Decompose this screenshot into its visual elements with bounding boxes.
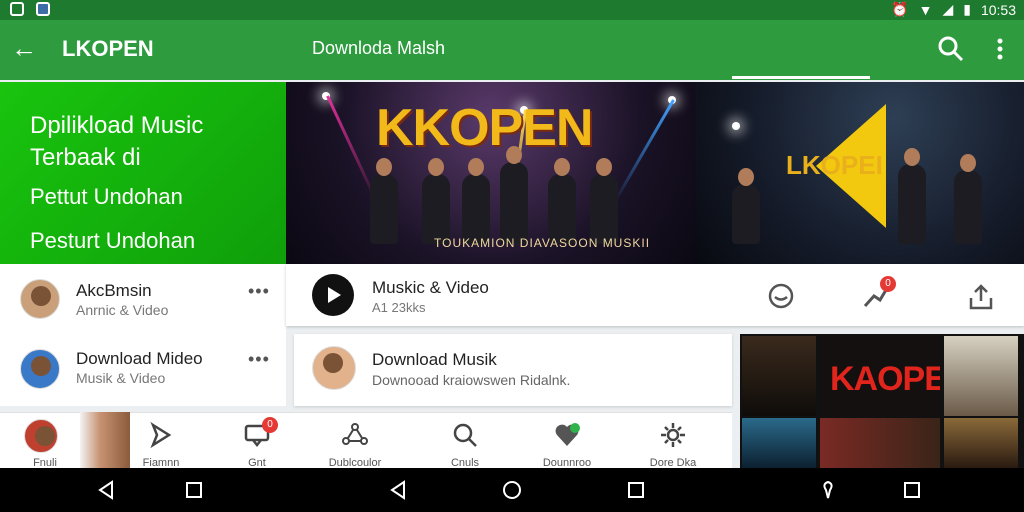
video-card-subtitle: A1 23kks [372, 300, 426, 315]
audience-member [732, 168, 760, 244]
avatar [312, 346, 356, 390]
more-horiz-icon[interactable]: ••• [248, 349, 270, 370]
system-navigation-bar [0, 468, 1024, 512]
avatar-icon [24, 419, 58, 453]
banner-logo: KKOPEN [376, 99, 593, 157]
list-item[interactable]: Download Mideo Musik & Video ••• [0, 336, 286, 406]
band-member [590, 158, 618, 244]
thumbnail[interactable] [820, 418, 940, 468]
thumbnail[interactable] [742, 418, 816, 468]
settings-icon [661, 423, 685, 447]
thumbnail[interactable] [742, 336, 816, 416]
send-icon [150, 421, 172, 449]
back-icon[interactable] [96, 480, 116, 500]
band-member [422, 158, 450, 244]
play-icon[interactable] [312, 274, 354, 316]
thumbnail-title: KAOPEN [830, 360, 940, 398]
thumbnail-grid: KAOPEN [740, 334, 1024, 468]
avatar [20, 279, 60, 319]
status-bar: ⏰ ▼ ◢ ▮ 10:53 [0, 0, 1024, 20]
download-card-subtitle: Downooad kraiowswen Ridalnk. [372, 372, 571, 388]
back-arrow-icon[interactable]: ← [10, 34, 38, 62]
promo-panel[interactable]: Dpilikload Music Terbaak di Pettut Undoh… [0, 82, 286, 264]
audience-member [898, 148, 926, 244]
hero-banner[interactable]: KKOPEN LKOPEI TOUKAMION DIAVASOON MUSKII [286, 82, 1024, 264]
tab-indicator [732, 76, 870, 79]
profile-photo-strip [80, 412, 130, 468]
list-item-title: Download Mideo [76, 349, 203, 368]
recents-icon[interactable] [626, 480, 646, 500]
band-member [500, 146, 528, 244]
list-item-subtitle: Musik & Video [76, 370, 166, 386]
band-member [370, 158, 398, 244]
promo-line-3: Pesturt Undohan [30, 228, 196, 253]
thumbnail[interactable] [944, 336, 1018, 416]
notification-badge: 0 [880, 276, 896, 292]
nav-item-chat[interactable]: 0 Gnt [212, 413, 302, 469]
band-member [548, 158, 576, 244]
home-icon[interactable] [502, 480, 522, 500]
clock: 10:53 [980, 1, 1016, 18]
thumbnail[interactable] [944, 418, 1018, 468]
nav-item-favorites[interactable]: Dounnroo [522, 413, 612, 469]
signal-icon: ◢ [942, 1, 954, 17]
video-card-title: Muskic & Video [372, 278, 489, 297]
thumbnail[interactable]: KAOPEN [820, 336, 940, 416]
list-card: AkcBmsin Anrnic & Video ••• Download Mid… [0, 264, 286, 406]
download-card-title: Download Musik [372, 350, 497, 369]
banner-tagline: TOUKAMION DIAVASOON MUSKII [434, 236, 651, 250]
audience-member [954, 154, 982, 244]
assistant-icon[interactable] [818, 480, 838, 500]
banner-logo-secondary: LKOPEI [786, 150, 883, 180]
recents-icon[interactable] [184, 480, 204, 500]
app-notification-icon [36, 2, 50, 16]
notification-badge: 0 [262, 417, 278, 433]
search-icon[interactable] [936, 34, 966, 64]
list-item-title: AkcBmsin [76, 281, 152, 300]
avatar [20, 349, 60, 389]
heart-icon [555, 423, 580, 446]
battery-icon: ▮ [963, 1, 971, 17]
recents-icon[interactable] [902, 480, 922, 500]
nav-item-network[interactable]: Dublcoulor [310, 413, 400, 469]
wifi-icon: ▼ [918, 1, 933, 18]
notification-icon [10, 2, 24, 16]
download-card[interactable]: Download Musik Downooad kraiowswen Ridal… [294, 334, 732, 406]
more-horiz-icon[interactable]: ••• [248, 281, 270, 302]
promo-line-2: Pettut Undohan [30, 184, 183, 209]
app-bar: ← LKOPEN Downloda Malsh [0, 20, 1024, 80]
video-card[interactable]: Muskic & Video A1 23kks 0 [286, 264, 1024, 326]
list-item[interactable]: AkcBmsin Anrnic & Video ••• [0, 264, 286, 334]
app-title: LKOPEN [62, 36, 154, 61]
back-icon[interactable] [388, 480, 408, 500]
alarm-icon: ⏰ [891, 1, 909, 17]
nav-item-search[interactable]: Cnuls [420, 413, 510, 469]
comment-icon[interactable] [766, 282, 796, 312]
list-item-subtitle: Anrnic & Video [76, 302, 169, 318]
upload-share-icon[interactable] [966, 282, 996, 312]
stage-light [732, 122, 740, 130]
nav-item-settings[interactable]: Dore Dka [628, 413, 718, 469]
search-icon [453, 423, 477, 447]
promo-headline: Dpilikload Music Terbaak di [30, 112, 204, 171]
network-icon [342, 423, 368, 445]
more-vert-icon[interactable] [988, 34, 1012, 64]
band-member [462, 158, 490, 244]
nav-item-profile[interactable]: Fnuli [0, 413, 90, 469]
app-subtitle: Downloda Malsh [312, 38, 446, 58]
